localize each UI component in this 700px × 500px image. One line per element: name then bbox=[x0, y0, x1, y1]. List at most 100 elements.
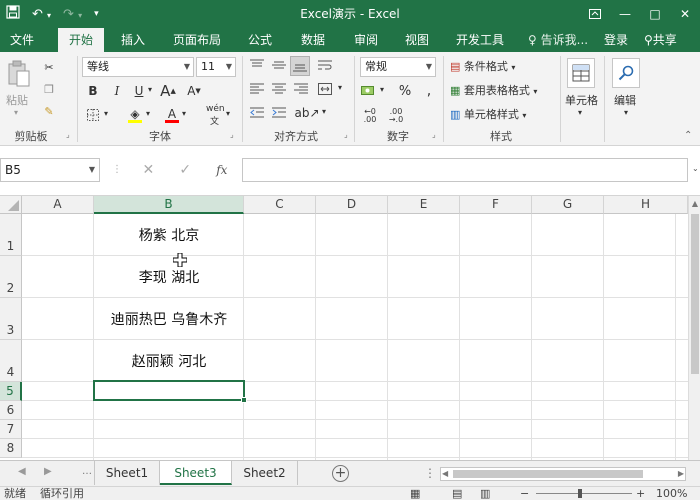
tab-developer[interactable]: 开发工具 bbox=[449, 28, 511, 52]
number-format-dropdown[interactable]: 常规 ▼ bbox=[360, 57, 436, 77]
fill-handle[interactable] bbox=[241, 397, 247, 403]
column-header-h[interactable]: H bbox=[604, 196, 688, 214]
align-bottom-icon[interactable] bbox=[290, 56, 310, 76]
row-header-1[interactable]: 1 bbox=[0, 214, 22, 256]
tab-review[interactable]: 审阅 bbox=[346, 28, 386, 52]
merge-dropdown-icon[interactable]: ▾ bbox=[338, 83, 342, 92]
zoom-in-icon[interactable]: + bbox=[636, 487, 645, 500]
enter-icon[interactable]: ✓ bbox=[179, 162, 191, 178]
split-grip-icon[interactable]: ⋮ bbox=[424, 466, 436, 480]
share-button[interactable]: ⚲共享 bbox=[644, 28, 677, 52]
align-center-icon[interactable] bbox=[270, 80, 288, 98]
tab-formulas[interactable]: 公式 bbox=[240, 28, 280, 52]
fill-color-dropdown-icon[interactable]: ▾ bbox=[146, 109, 150, 118]
editing-label[interactable]: 编辑 bbox=[614, 92, 636, 108]
tab-file[interactable]: 文件 bbox=[0, 28, 44, 52]
font-launcher-icon[interactable]: ⌟ bbox=[230, 130, 234, 139]
column-header-f[interactable]: F bbox=[460, 196, 532, 214]
cell-b1[interactable]: 杨紫 北京 bbox=[94, 225, 244, 245]
selected-cell-b5[interactable] bbox=[93, 380, 247, 403]
sheet-tab-sheet1[interactable]: Sheet1 bbox=[94, 461, 160, 485]
page-layout-view-icon[interactable]: ▤ bbox=[452, 487, 462, 500]
tell-me-box[interactable]: ♀ 告诉我... bbox=[528, 28, 588, 52]
align-middle-icon[interactable] bbox=[270, 56, 288, 74]
fill-color-icon[interactable]: ◈ bbox=[126, 106, 144, 124]
comma-style-icon[interactable]: , bbox=[420, 82, 438, 100]
horizontal-scroll-thumb[interactable] bbox=[453, 470, 643, 478]
decrease-indent-icon[interactable] bbox=[248, 104, 266, 122]
bold-button[interactable]: B bbox=[86, 82, 100, 100]
scroll-left-icon[interactable]: ◀ bbox=[442, 468, 448, 480]
paste-dropdown-icon[interactable]: ▾ bbox=[14, 108, 18, 117]
minimize-button[interactable]: — bbox=[610, 0, 640, 28]
increase-decimal-icon[interactable]: ←0.00 bbox=[360, 106, 380, 126]
border-icon[interactable] bbox=[86, 106, 100, 124]
font-color-icon[interactable]: A bbox=[164, 106, 180, 124]
collapse-ribbon-icon[interactable]: ⌃ bbox=[684, 130, 692, 141]
zoom-out-icon[interactable]: − bbox=[520, 487, 529, 500]
sheet-tab-sheet2[interactable]: Sheet2 bbox=[232, 461, 298, 485]
vertical-scrollbar[interactable]: ▲ bbox=[688, 196, 700, 460]
zoom-slider-thumb[interactable] bbox=[578, 489, 582, 498]
tab-insert[interactable]: 插入 bbox=[112, 28, 154, 52]
number-launcher-icon[interactable]: ⌟ bbox=[432, 130, 436, 139]
cells-label[interactable]: 单元格 bbox=[565, 92, 598, 108]
cut-icon[interactable]: ✂ bbox=[40, 58, 58, 76]
increase-indent-icon[interactable] bbox=[270, 104, 288, 122]
close-button[interactable]: ✕ bbox=[670, 0, 700, 28]
login-link[interactable]: 登录 bbox=[604, 28, 628, 52]
sheet-tabs-more-icon[interactable]: … bbox=[82, 466, 92, 477]
formula-bar-grip-icon[interactable]: ⋮ bbox=[112, 164, 122, 175]
format-as-table-button[interactable]: ▦ 套用表格格式 ▾ bbox=[450, 82, 537, 98]
previous-sheet-icon[interactable]: ◀ bbox=[18, 466, 26, 477]
font-shrink-icon[interactable]: A ▼ bbox=[186, 82, 202, 100]
horizontal-scrollbar[interactable]: ◀ ▶ bbox=[440, 467, 686, 481]
orientation-dropdown-icon[interactable]: ▾ bbox=[322, 107, 326, 116]
phonetic-dropdown-icon[interactable]: ▾ bbox=[226, 109, 230, 118]
next-sheet-icon[interactable]: ▶ bbox=[44, 466, 52, 477]
paste-icon[interactable] bbox=[4, 58, 34, 90]
alignment-launcher-icon[interactable]: ⌟ bbox=[344, 130, 348, 139]
accounting-format-icon[interactable] bbox=[360, 82, 378, 100]
insert-function-button[interactable]: fx bbox=[216, 163, 227, 177]
tab-data[interactable]: 数据 bbox=[293, 28, 333, 52]
underline-button[interactable]: U bbox=[132, 82, 146, 100]
row-header-8[interactable]: 8 bbox=[0, 439, 22, 458]
vertical-scroll-thumb[interactable] bbox=[691, 214, 699, 374]
cell-styles-button[interactable]: ▥ 单元格样式 ▾ bbox=[450, 106, 526, 122]
formula-input[interactable] bbox=[242, 158, 688, 182]
normal-view-icon[interactable]: ▦ bbox=[410, 487, 420, 500]
tab-home[interactable]: 开始 bbox=[58, 28, 104, 52]
accounting-dropdown-icon[interactable]: ▾ bbox=[380, 85, 384, 94]
name-box[interactable]: B5 ▼ bbox=[0, 158, 100, 182]
clipboard-launcher-icon[interactable]: ⌟ bbox=[66, 130, 70, 139]
expand-formula-icon[interactable]: ⌄ bbox=[692, 164, 699, 173]
cells-icon[interactable] bbox=[567, 58, 595, 88]
row-header-5[interactable]: 5 bbox=[0, 382, 22, 401]
sheet-tab-sheet3[interactable]: Sheet3 bbox=[160, 461, 232, 485]
align-top-icon[interactable] bbox=[248, 56, 266, 74]
editing-dropdown-icon[interactable]: ▾ bbox=[624, 108, 628, 117]
font-name-dropdown[interactable]: 等线 ▼ bbox=[82, 57, 194, 77]
orientation-icon[interactable]: ab↗ bbox=[294, 104, 319, 122]
ribbon-display-icon[interactable] bbox=[580, 0, 610, 28]
row-header-7[interactable]: 7 bbox=[0, 420, 22, 439]
column-header-b[interactable]: B bbox=[94, 196, 244, 214]
row-header-6[interactable]: 6 bbox=[0, 401, 22, 420]
search-icon[interactable] bbox=[612, 58, 640, 88]
cell-b4[interactable]: 赵丽颖 河北 bbox=[94, 351, 244, 371]
font-size-dropdown[interactable]: 11 ▼ bbox=[196, 57, 236, 77]
row-header-4[interactable]: 4 bbox=[0, 340, 22, 382]
copy-icon[interactable]: ❐ bbox=[40, 80, 58, 98]
row-header-2[interactable]: 2 bbox=[0, 256, 22, 298]
align-left-icon[interactable] bbox=[248, 80, 266, 98]
maximize-button[interactable]: □ bbox=[640, 0, 670, 28]
tab-view[interactable]: 视图 bbox=[397, 28, 437, 52]
cells-dropdown-icon[interactable]: ▾ bbox=[578, 108, 582, 117]
row-header-3[interactable]: 3 bbox=[0, 298, 22, 340]
column-header-d[interactable]: D bbox=[316, 196, 388, 214]
phonetic-icon[interactable]: wén bbox=[206, 104, 225, 114]
column-header-g[interactable]: G bbox=[532, 196, 604, 214]
border-dropdown-icon[interactable]: ▾ bbox=[104, 109, 108, 118]
column-header-e[interactable]: E bbox=[388, 196, 460, 214]
